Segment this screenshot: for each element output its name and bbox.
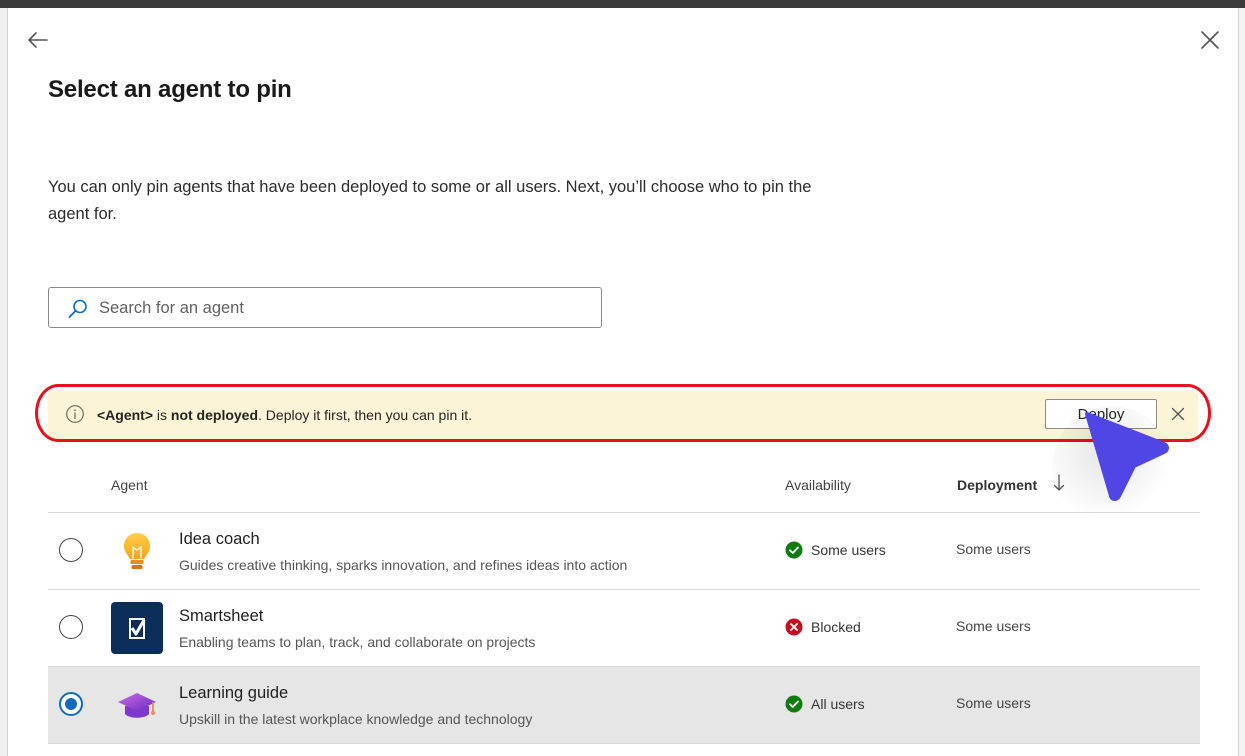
banner-suffix: . Deploy it first, then you can pin it. — [258, 407, 473, 423]
banner-close-icon[interactable] — [1168, 404, 1188, 424]
table-row[interactable]: Idea coach Guides creative thinking, spa… — [48, 513, 1200, 590]
agent-description: Enabling teams to plan, track, and colla… — [179, 634, 536, 650]
table-header: Agent Availability Deployment — [48, 468, 1200, 513]
banner-is: is — [153, 407, 171, 423]
close-icon[interactable] — [1196, 26, 1224, 54]
banner-message: <Agent> is not deployed. Deploy it first… — [97, 407, 472, 423]
deploy-button[interactable]: Deploy — [1045, 399, 1157, 429]
agent-name: Learning guide — [179, 684, 289, 702]
availability-text: Blocked — [811, 619, 861, 635]
lightbulb-icon — [111, 525, 163, 577]
page-title: Select an agent to pin — [48, 76, 292, 103]
sort-descending-icon[interactable] — [1051, 473, 1067, 493]
table-row[interactable]: Smartsheet Enabling teams to plan, track… — [48, 590, 1200, 667]
graduation-cap-icon — [111, 679, 163, 731]
deployment-cell: Some users — [956, 695, 1031, 711]
right-edge — [1238, 8, 1245, 756]
check-circle-icon — [785, 695, 803, 713]
row-radio[interactable] — [59, 692, 83, 716]
availability-cell: Blocked — [785, 618, 861, 636]
search-box[interactable] — [48, 287, 602, 328]
availability-text: All users — [811, 696, 865, 712]
agent-description: Guides creative thinking, sparks innovat… — [179, 557, 628, 573]
search-icon — [67, 298, 89, 320]
availability-cell: Some users — [785, 541, 886, 559]
smartsheet-logo-icon — [111, 602, 163, 654]
table-row[interactable]: Learning guide Upskill in the latest wor… — [48, 667, 1200, 744]
deployment-cell: Some users — [956, 618, 1031, 634]
banner-agent: <Agent> — [97, 407, 154, 423]
info-icon — [65, 404, 85, 424]
check-circle-icon — [785, 541, 803, 559]
back-arrow-icon[interactable] — [24, 26, 52, 54]
banner-status: not deployed — [170, 407, 259, 423]
left-edge — [0, 8, 8, 756]
deployment-cell: Some users — [956, 541, 1031, 557]
agent-name: Smartsheet — [179, 607, 264, 625]
warning-banner: <Agent> is not deployed. Deploy it first… — [48, 391, 1198, 439]
agent-name: Idea coach — [179, 530, 260, 548]
availability-cell: All users — [785, 695, 865, 713]
agent-description: Upskill in the latest workplace knowledg… — [179, 711, 533, 727]
search-input[interactable] — [99, 294, 589, 322]
column-header-agent: Agent — [111, 477, 148, 493]
row-radio[interactable] — [59, 615, 83, 639]
column-header-availability[interactable]: Availability — [785, 477, 851, 493]
window-top-bar — [0, 0, 1245, 8]
row-radio[interactable] — [59, 538, 83, 562]
availability-text: Some users — [811, 542, 886, 558]
column-header-deployment[interactable]: Deployment — [957, 477, 1037, 493]
blocked-icon — [785, 618, 803, 636]
page-description: You can only pin agents that have been d… — [48, 178, 812, 223]
